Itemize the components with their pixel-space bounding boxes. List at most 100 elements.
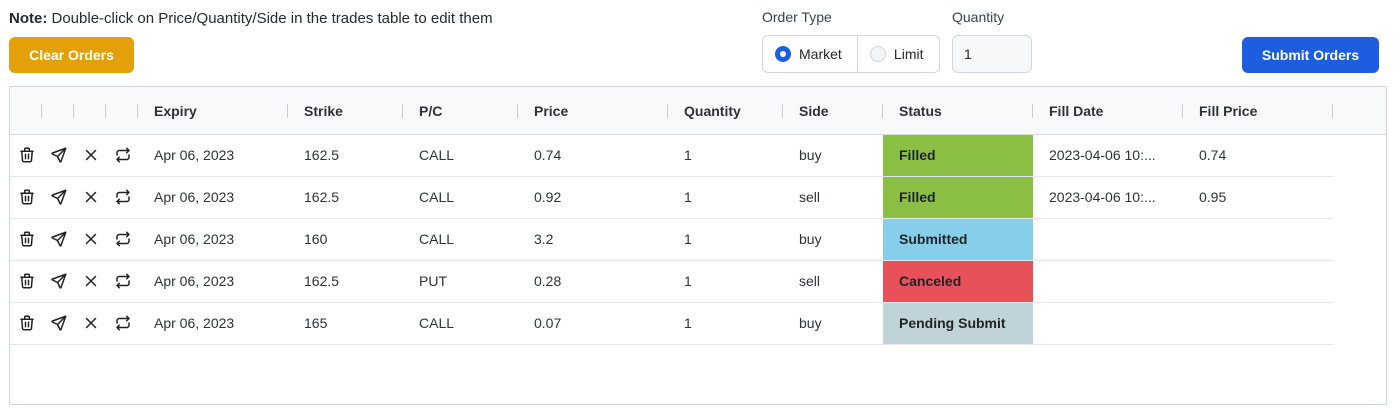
order-type-toggle: Market Limit <box>762 35 940 73</box>
column-separator[interactable] <box>882 104 883 118</box>
cell-side[interactable]: sell <box>799 261 820 302</box>
trash-icon[interactable] <box>18 230 36 248</box>
column-separator[interactable] <box>105 104 106 118</box>
cell-expiry: Apr 06, 2023 <box>154 315 235 331</box>
cell-quantity[interactable]: 1 <box>684 135 692 176</box>
send-icon[interactable] <box>50 146 68 164</box>
cell-side[interactable]: buy <box>799 135 822 176</box>
close-icon[interactable] <box>82 230 100 248</box>
cell-price[interactable]: 0.74 <box>534 135 561 176</box>
close-icon[interactable] <box>82 314 100 332</box>
column-separator[interactable] <box>667 104 668 118</box>
cell-price[interactable]: 0.92 <box>534 177 561 218</box>
close-icon[interactable] <box>82 272 100 290</box>
limit-radio[interactable] <box>869 46 886 62</box>
close-icon[interactable] <box>82 146 100 164</box>
order-type-market-option[interactable]: Market <box>763 36 858 72</box>
column-header-pc[interactable]: P/C <box>419 87 442 135</box>
column-header-quantity[interactable]: Quantity <box>684 87 741 135</box>
status-badge: Canceled <box>883 261 1033 302</box>
cell-side[interactable]: buy <box>799 303 822 344</box>
submit-orders-button[interactable]: Submit Orders <box>1242 37 1379 73</box>
status-badge: Pending Submit <box>883 303 1033 344</box>
clear-orders-button[interactable]: Clear Orders <box>9 37 134 73</box>
market-radio[interactable] <box>775 46 791 62</box>
trash-icon[interactable] <box>18 188 36 206</box>
cell-strike: 162.5 <box>304 147 340 163</box>
status-badge: Submitted <box>883 219 1033 260</box>
cell-fill-date: 2023-04-06 10:... <box>1049 189 1156 205</box>
column-header-side[interactable]: Side <box>799 87 829 135</box>
note-text: Double-click on Price/Quantity/Side in t… <box>47 10 493 27</box>
cell-quantity[interactable]: 1 <box>684 219 692 260</box>
cell-quantity[interactable]: 1 <box>684 177 692 218</box>
send-icon[interactable] <box>50 314 68 332</box>
repeat-icon[interactable] <box>114 230 132 248</box>
repeat-icon[interactable] <box>114 272 132 290</box>
cell-pc: CALL <box>419 315 455 331</box>
cell-fill-date <box>1049 261 1174 302</box>
cell-fill-price: 0.74 <box>1199 147 1227 163</box>
cell-price[interactable]: 3.2 <box>534 219 553 260</box>
table-row: Apr 06, 2023 165 CALL 0.07 1 buy Pending… <box>10 303 1334 345</box>
limit-option-label: Limit <box>893 46 924 62</box>
column-separator[interactable] <box>1182 104 1183 118</box>
cell-quantity[interactable]: 1 <box>684 303 692 344</box>
column-header-price[interactable]: Price <box>534 87 568 135</box>
cell-price[interactable]: 0.07 <box>534 303 561 344</box>
cell-strike: 162.5 <box>304 273 340 289</box>
note-label: Note: <box>9 10 48 27</box>
trash-icon[interactable] <box>18 146 36 164</box>
trash-icon[interactable] <box>18 314 36 332</box>
column-separator[interactable] <box>137 104 138 118</box>
repeat-icon[interactable] <box>114 146 132 164</box>
column-header-expiry[interactable]: Expiry <box>154 87 197 135</box>
send-icon[interactable] <box>50 272 68 290</box>
cell-fill-date <box>1049 303 1174 344</box>
column-separator[interactable] <box>1332 104 1333 118</box>
column-separator[interactable] <box>1032 104 1033 118</box>
table-row: Apr 06, 2023 162.5 PUT 0.28 1 sell Cance… <box>10 261 1334 303</box>
cell-expiry: Apr 06, 2023 <box>154 273 235 289</box>
cell-pc: PUT <box>419 273 447 289</box>
cell-fill-date: 2023-04-06 10:... <box>1049 147 1156 163</box>
column-header-status[interactable]: Status <box>899 87 942 135</box>
column-header-fill-date[interactable]: Fill Date <box>1049 87 1103 135</box>
status-badge: Filled <box>883 177 1033 218</box>
cell-expiry: Apr 06, 2023 <box>154 231 235 247</box>
cell-side[interactable]: buy <box>799 219 822 260</box>
cell-strike: 162.5 <box>304 189 340 205</box>
quantity-input[interactable] <box>952 35 1032 73</box>
column-separator[interactable] <box>41 104 42 118</box>
close-icon[interactable] <box>82 188 100 206</box>
market-option-label: Market <box>799 46 842 62</box>
column-separator[interactable] <box>782 104 783 118</box>
cell-strike: 165 <box>304 315 328 331</box>
repeat-icon[interactable] <box>114 314 132 332</box>
trades-table: Expiry Strike P/C Price Quantity Side St… <box>9 86 1387 405</box>
order-type-limit-option[interactable]: Limit <box>858 36 939 72</box>
quantity-label: Quantity <box>952 9 1005 25</box>
cell-price[interactable]: 0.28 <box>534 261 561 302</box>
editing-note: Note: Double-click on Price/Quantity/Sid… <box>9 10 493 27</box>
trash-icon[interactable] <box>18 272 36 290</box>
send-icon[interactable] <box>50 230 68 248</box>
cell-pc: CALL <box>419 231 455 247</box>
table-header: Expiry Strike P/C Price Quantity Side St… <box>10 87 1386 135</box>
order-type-label: Order Type <box>762 9 832 25</box>
cell-pc: CALL <box>419 189 455 205</box>
column-separator[interactable] <box>402 104 403 118</box>
column-header-fill-price[interactable]: Fill Price <box>1199 87 1257 135</box>
status-badge: Filled <box>883 135 1033 176</box>
column-separator[interactable] <box>287 104 288 118</box>
repeat-icon[interactable] <box>114 188 132 206</box>
cell-side[interactable]: sell <box>799 177 820 218</box>
cell-fill-date <box>1049 219 1174 260</box>
column-separator[interactable] <box>517 104 518 118</box>
cell-quantity[interactable]: 1 <box>684 261 692 302</box>
cell-expiry: Apr 06, 2023 <box>154 147 235 163</box>
send-icon[interactable] <box>50 188 68 206</box>
column-separator[interactable] <box>73 104 74 118</box>
column-header-strike[interactable]: Strike <box>304 87 343 135</box>
table-row: Apr 06, 2023 162.5 CALL 0.74 1 buy Fille… <box>10 135 1334 177</box>
